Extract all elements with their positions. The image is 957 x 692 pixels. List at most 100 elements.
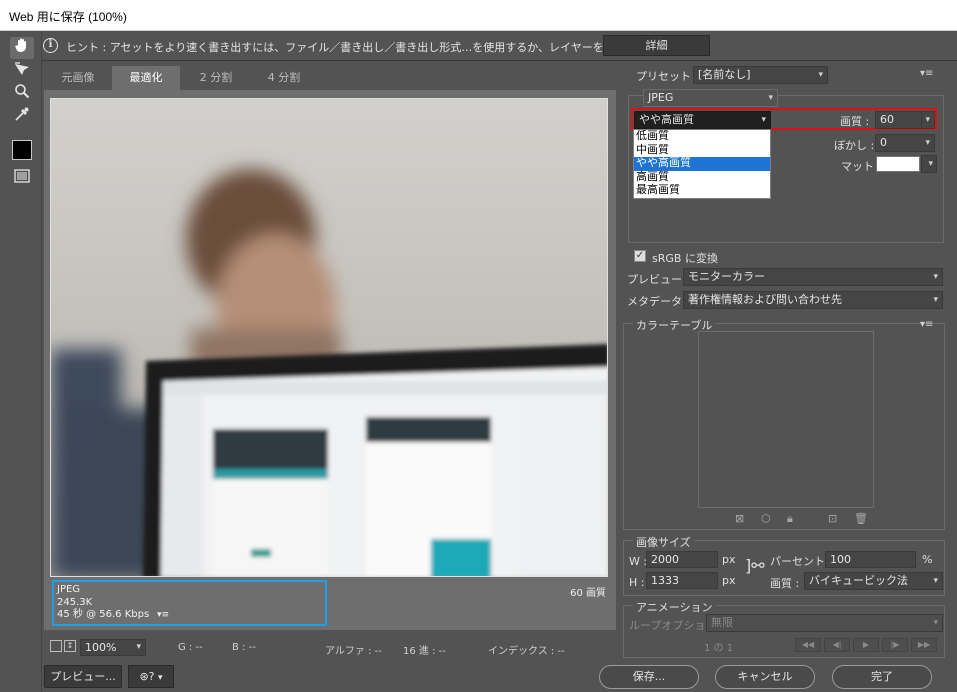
- info-icon: i: [43, 38, 58, 53]
- quality-option[interactable]: 低画質: [634, 130, 770, 144]
- quality-value: 60: [880, 113, 894, 126]
- resample-quality-value: バイキュービック法: [809, 574, 908, 587]
- web-snap-icon[interactable]: ⊠: [735, 512, 744, 525]
- hand-tool-icon[interactable]: [10, 37, 34, 59]
- status-hex: 16 進 : --: [403, 646, 446, 657]
- quality-label: 画質 :: [840, 115, 870, 128]
- zoom-value: 100%: [85, 641, 117, 654]
- resample-quality-label: 画質 :: [770, 577, 800, 590]
- file-format-select[interactable]: JPEG ▾: [643, 89, 778, 107]
- window-titlebar: Web 用に保存 (100%): [0, 0, 957, 31]
- question-icon: ⊛?: [139, 670, 155, 683]
- preset-select[interactable]: [名前なし] ▾: [693, 66, 828, 84]
- chevron-down-icon: ▾: [925, 138, 930, 148]
- color-table-area: [698, 331, 874, 508]
- constrain-proportions-link-icon[interactable]: ]⚯: [745, 556, 765, 575]
- height-input[interactable]: 1333: [646, 572, 718, 589]
- preview-in-browser-button[interactable]: プレビュー...: [44, 665, 122, 688]
- cube-icon[interactable]: ⬡: [761, 512, 771, 525]
- quality-option[interactable]: 高画質: [634, 171, 770, 185]
- lock-icon[interactable]: 🔒︎: [787, 512, 793, 526]
- file-format-value: JPEG: [648, 91, 674, 104]
- optimization-info-box: JPEG 245.3K 45 秒 @ 56.6 Kbps ▾≡: [52, 580, 327, 626]
- photo-image: [51, 99, 607, 576]
- trash-icon[interactable]: 🗑︎: [854, 512, 868, 525]
- blur-input[interactable]: 0 ▾: [875, 134, 935, 152]
- quality-input[interactable]: 60 ▾: [875, 111, 935, 129]
- help-button[interactable]: ⊛? ▾: [128, 665, 174, 688]
- first-frame-icon: ◀◀: [795, 638, 821, 652]
- compression-quality-select[interactable]: やや高画質 ▾: [634, 111, 771, 129]
- chevron-down-icon: ▾: [761, 115, 766, 125]
- blur-value: 0: [880, 136, 887, 149]
- window-title: Web 用に保存 (100%): [9, 10, 127, 24]
- percent-unit: %: [922, 553, 933, 566]
- srgb-label: sRGB に変換: [652, 252, 718, 265]
- save-button[interactable]: 保存...: [599, 665, 699, 689]
- matte-color-swatch[interactable]: [876, 156, 920, 172]
- compression-quality-value: やや高画質: [639, 113, 694, 126]
- status-b: B : --: [232, 642, 256, 653]
- height-unit: px: [722, 574, 736, 587]
- chevron-down-icon: ▾: [921, 112, 930, 128]
- optimize-menu-icon[interactable]: ▾≡: [920, 68, 933, 79]
- status-g: G : --: [178, 642, 203, 653]
- width-input[interactable]: 2000: [646, 551, 718, 568]
- done-button[interactable]: 完了: [832, 665, 932, 689]
- quality-option[interactable]: 中画質: [634, 144, 770, 158]
- quality-option[interactable]: 最高画質: [634, 184, 770, 198]
- tab-4-up[interactable]: 4 分割: [252, 66, 316, 90]
- blur-label: ぼかし :: [834, 139, 875, 152]
- info-quality: 60 画質: [570, 588, 606, 599]
- zoom-in-icon[interactable]: ↕: [64, 640, 76, 652]
- next-frame-icon: |▶: [882, 638, 908, 652]
- info-format: JPEG: [57, 584, 81, 595]
- image-preview[interactable]: [50, 98, 608, 577]
- percent-input[interactable]: 100: [825, 551, 916, 568]
- chevron-down-icon: ▾: [768, 93, 773, 103]
- slice-select-tool-icon[interactable]: [10, 60, 34, 82]
- image-size-title: 画像サイズ: [633, 534, 694, 550]
- preview-value: モニターカラー: [688, 270, 765, 283]
- cancel-button[interactable]: キャンセル: [715, 665, 815, 689]
- chevron-down-icon: ▾: [933, 295, 938, 305]
- new-color-icon[interactable]: ⊡: [828, 512, 837, 525]
- chevron-down-icon: ▾: [933, 576, 938, 586]
- zoom-out-icon[interactable]: [50, 640, 62, 652]
- preview-label: プレビュー :: [627, 273, 690, 286]
- tab-original[interactable]: 元画像: [48, 66, 108, 90]
- percent-label: パーセント :: [770, 555, 833, 568]
- left-toolbar: [0, 31, 42, 692]
- toggle-slices-visibility-icon[interactable]: [10, 167, 34, 189]
- info-download-time: 45 秒 @ 56.6 Kbps: [57, 609, 150, 620]
- zoom-tool-icon[interactable]: [10, 83, 34, 105]
- download-speed-menu-icon[interactable]: ▾≡: [157, 609, 169, 622]
- preview-select[interactable]: モニターカラー ▾: [683, 268, 943, 286]
- tab-optimized[interactable]: 最適化: [112, 66, 180, 90]
- frame-counter: 1 の 1: [704, 643, 734, 654]
- width-label: W :: [629, 555, 648, 568]
- preset-label: プリセット :: [636, 70, 699, 83]
- details-button[interactable]: 詳細: [603, 35, 710, 56]
- matte-select[interactable]: ▾: [921, 155, 937, 173]
- chevron-down-icon: ▾: [158, 673, 163, 683]
- info-file-size: 245.3K: [57, 596, 93, 608]
- zoom-select[interactable]: 100% ▾: [80, 639, 146, 656]
- previous-frame-icon: ◀|: [824, 638, 850, 652]
- play-icon: ▶: [853, 638, 879, 652]
- quality-option-selected[interactable]: やや高画質: [634, 157, 770, 171]
- preview-frame: JPEG 245.3K 45 秒 @ 56.6 Kbps ▾≡ 60 画質: [44, 90, 616, 630]
- animation-title: アニメーション: [633, 599, 716, 615]
- eyedropper-color-swatch[interactable]: [12, 140, 32, 160]
- srgb-checkbox[interactable]: ✓: [634, 250, 646, 262]
- height-label: H :: [629, 576, 645, 589]
- metadata-select[interactable]: 著作権情報および問い合わせ先 ▾: [683, 291, 943, 309]
- tab-2-up[interactable]: 2 分割: [184, 66, 248, 90]
- eyedropper-tool-icon[interactable]: [10, 106, 34, 128]
- metadata-value: 著作権情報および問い合わせ先: [688, 293, 842, 306]
- width-unit: px: [722, 553, 736, 566]
- resample-quality-select[interactable]: バイキュービック法 ▾: [804, 572, 943, 590]
- color-table-menu-icon[interactable]: ▾≡: [920, 319, 933, 330]
- quality-dropdown-list: 低画質 中画質 やや高画質 高画質 最高画質: [633, 129, 771, 199]
- chevron-down-icon: ▾: [818, 70, 823, 80]
